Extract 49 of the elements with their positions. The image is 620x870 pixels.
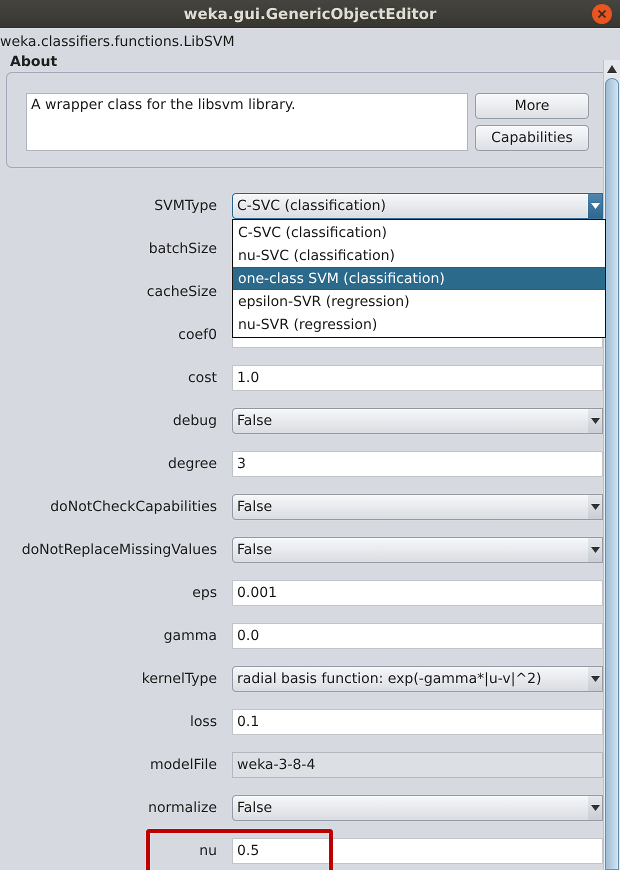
property-label: kernelType [140,670,218,686]
input-field[interactable]: 0.5 [232,838,603,864]
dropdown[interactable]: False [232,536,603,562]
scrollbar[interactable] [603,60,620,870]
close-icon[interactable] [592,4,612,24]
caret-icon [590,804,600,810]
input-field[interactable]: 0.1 [232,708,603,734]
property-label: cost [186,370,218,386]
dropdown[interactable]: False [232,794,603,820]
caret-icon [590,202,600,208]
property-label: doNotReplaceMissingValues [20,542,218,558]
property-label: coef0 [177,326,218,342]
input-field[interactable]: 3 [232,450,603,476]
property-label: normalize [147,800,218,816]
input-field[interactable]: 0.0 [232,622,603,648]
property-label: doNotCheckCapabilities [49,498,218,514]
caret-icon [590,418,600,424]
dropdown-option[interactable]: nu-SVR (regression) [233,313,605,336]
caret-icon [590,676,600,682]
about-button[interactable]: Capabilities [475,125,589,151]
scroll-up-icon[interactable] [607,64,617,74]
section-heading: About [9,54,58,72]
property-label: modelFile [148,756,218,772]
dropdown-option[interactable]: nu-SVC (classification) [233,244,605,267]
dropdown[interactable]: C-SVC (classification) [232,192,603,218]
dropdown-option[interactable]: epsilon-SVR (regression) [233,290,605,313]
property-label: gamma [162,628,218,644]
dropdown-option[interactable]: C-SVC (classification) [233,221,605,244]
dropdown[interactable]: False [232,494,603,520]
caret-icon [590,546,600,552]
property-label: eps [191,584,218,600]
description-box: A wrapper class for the libsvm library. [26,93,468,151]
dropdown[interactable]: radial basis function: exp(-gamma*|u-v|^2) [232,666,603,692]
property-label: batchSize [148,240,218,256]
dropdown[interactable]: False [232,408,603,434]
input-field[interactable]: 0.001 [232,580,603,606]
input-field[interactable]: weka-3-8-4 [232,752,603,778]
property-label: debug [172,412,218,428]
input-field[interactable]: 1.0 [232,364,603,390]
property-label: degree [166,456,218,472]
property-label: cacheSize [146,284,218,300]
dropdown-option[interactable]: one-class SVM (classification) [233,267,605,290]
window-title: weka.gui.GenericObjectEditor [184,5,436,23]
property-label: nu [198,842,218,858]
class-name: weka.classifiers.functions.LibSVM [0,33,236,52]
property-label: SVMType [153,198,218,214]
about-button[interactable]: More [475,93,589,119]
property-label: loss [188,714,218,730]
caret-icon [590,504,600,510]
